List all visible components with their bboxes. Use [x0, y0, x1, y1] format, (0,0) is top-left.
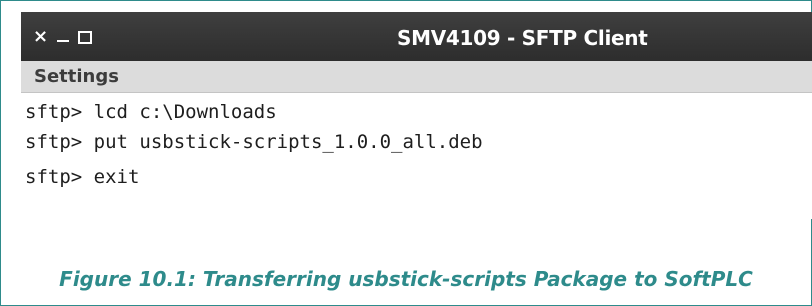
window-title: SMV4109 - SFTP Client	[397, 26, 648, 50]
sftp-client-window: × SMV4109 - SFTP Client Settings sftp> l…	[21, 12, 812, 219]
window-controls: ×	[33, 25, 93, 49]
maximize-icon[interactable]	[78, 31, 93, 44]
terminal-line: sftp> exit	[25, 166, 140, 188]
menu-bar: Settings	[21, 61, 812, 93]
figure-frame: × SMV4109 - SFTP Client Settings sftp> l…	[0, 0, 812, 306]
menu-item-settings[interactable]: Settings	[34, 66, 119, 88]
terminal-output[interactable]: sftp> lcd c:\Downloads sftp> put usbstic…	[21, 93, 812, 219]
title-bar: × SMV4109 - SFTP Client	[21, 12, 812, 61]
figure-caption: Figure 10.1: Transferring usbstick-scrip…	[59, 267, 753, 291]
terminal-line: sftp> put usbstick-scripts_1.0.0_all.deb	[25, 131, 483, 153]
minimize-icon[interactable]	[57, 40, 70, 42]
close-icon[interactable]: ×	[33, 28, 48, 46]
terminal-line: sftp> lcd c:\Downloads	[25, 101, 277, 123]
